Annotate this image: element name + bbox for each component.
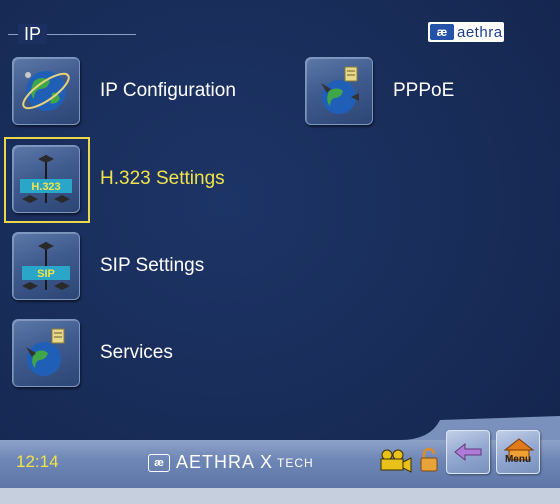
menu-button-label: Menu [504, 454, 532, 465]
screen: IP æ aethra IP Configuration PPPoE H.323… [0, 0, 560, 504]
brand-logo: æ aethra [428, 22, 504, 42]
footer-brand-mark: æ [148, 453, 170, 472]
h323-network-icon: H.323 [4, 137, 90, 223]
globe-services-icon [12, 319, 80, 387]
page-title: IP [18, 24, 48, 44]
menu-item-label: Services [100, 342, 173, 363]
back-button[interactable] [446, 430, 490, 474]
menu-item-label: SIP Settings [100, 255, 205, 276]
lock-icon [420, 447, 438, 472]
footer-strip [0, 488, 560, 504]
menu-item-pppoe[interactable]: PPPoE [305, 57, 454, 125]
selection-frame [4, 137, 90, 223]
menu-item-label: IP Configuration [100, 80, 236, 101]
footer-brand-suffix: TECH [277, 455, 314, 470]
globe-satellite-icon [305, 57, 373, 125]
video-camera-icon [380, 449, 412, 473]
menu-item-label: PPPoE [393, 80, 455, 101]
menu-item-h323-settings[interactable]: H.323 H.323 Settings [4, 137, 225, 223]
sip-badge: SIP [37, 268, 55, 280]
menu-item-ip-configuration[interactable]: IP Configuration [12, 57, 236, 125]
footer-brand-name: AETHRA X [176, 452, 274, 472]
globe-icon [12, 57, 80, 125]
back-arrow-icon [454, 442, 482, 462]
menu-button[interactable]: Menu [496, 430, 540, 474]
footer-brand: æ AETHRA X TECH [148, 452, 314, 473]
brand-mark: æ [430, 24, 454, 40]
menu-item-sip-settings[interactable]: SIP SIP Settings [12, 232, 204, 300]
menu-item-label: H.323 Settings [100, 168, 225, 189]
brand-name: aethra [457, 23, 503, 41]
menu-item-services[interactable]: Services [12, 319, 173, 387]
sip-network-icon: SIP [12, 232, 80, 300]
clock: 12:14 [16, 452, 59, 471]
